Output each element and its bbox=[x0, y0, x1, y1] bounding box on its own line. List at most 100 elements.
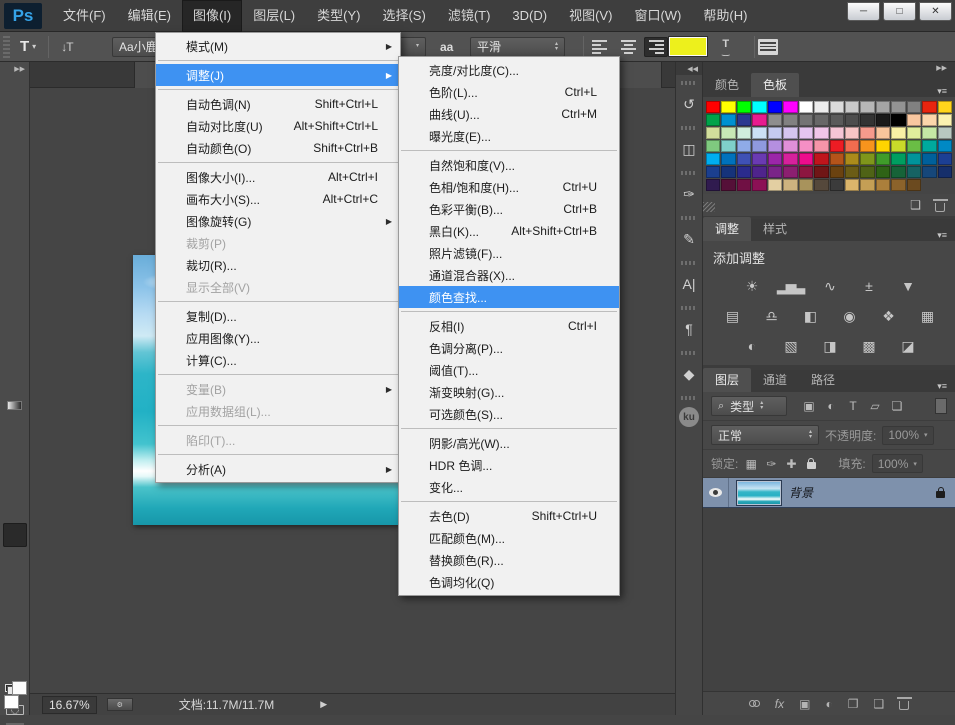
menu-item[interactable]: 可选颜色(S)... bbox=[399, 403, 619, 425]
opacity-select[interactable]: 100% ▾ bbox=[882, 426, 933, 445]
color-swatch[interactable] bbox=[799, 166, 813, 178]
color-swatch[interactable] bbox=[830, 127, 844, 139]
layer-visibility-toggle[interactable] bbox=[703, 478, 729, 507]
menu-item[interactable]: 图像旋转(G) ▶ bbox=[156, 210, 400, 232]
hue-saturation-icon[interactable]: ▤ bbox=[719, 305, 745, 327]
tab-swatches[interactable]: 色板 bbox=[751, 73, 799, 97]
color-swatch[interactable] bbox=[845, 153, 859, 165]
move-tool[interactable]: ↖ bbox=[3, 81, 27, 105]
menu-item[interactable]: 黑白(K)... Alt+Shift+Ctrl+B bbox=[399, 220, 619, 242]
tab-channels[interactable]: 通道 bbox=[751, 368, 799, 392]
delete-layer-button[interactable] bbox=[899, 701, 909, 710]
color-swatch[interactable] bbox=[938, 127, 952, 139]
new-group-button[interactable]: ❐ bbox=[848, 697, 859, 711]
menu-item[interactable]: 画布大小(S)... Alt+Ctrl+C bbox=[156, 188, 400, 210]
color-swatch[interactable] bbox=[876, 179, 890, 191]
align-left-button[interactable] bbox=[588, 37, 612, 57]
color-swatch[interactable] bbox=[737, 153, 751, 165]
minimize-button[interactable]: ─ bbox=[847, 2, 880, 21]
color-swatch[interactable] bbox=[814, 166, 828, 178]
layers-empty-area[interactable] bbox=[703, 508, 955, 691]
menu-item[interactable]: 曝光度(E)... bbox=[399, 125, 619, 147]
color-swatch[interactable] bbox=[830, 179, 844, 191]
color-swatch[interactable] bbox=[752, 114, 766, 126]
color-swatch[interactable] bbox=[752, 101, 766, 113]
color-swatch[interactable] bbox=[907, 114, 921, 126]
menu-item[interactable] bbox=[399, 308, 619, 315]
color-swatch[interactable] bbox=[783, 114, 797, 126]
color-swatch[interactable] bbox=[768, 127, 782, 139]
black-white-icon[interactable]: ◧ bbox=[797, 305, 823, 327]
new-layer-button[interactable]: ❑ bbox=[873, 697, 884, 711]
color-swatch[interactable] bbox=[860, 166, 874, 178]
panel-grip[interactable] bbox=[681, 396, 697, 400]
invert-icon[interactable]: ◐ bbox=[738, 335, 764, 357]
color-lookup-icon[interactable]: ▦ bbox=[914, 305, 940, 327]
menu-item[interactable] bbox=[399, 425, 619, 432]
color-swatch[interactable] bbox=[768, 114, 782, 126]
color-swatch[interactable] bbox=[814, 153, 828, 165]
color-swatch[interactable] bbox=[938, 114, 952, 126]
lock-all-icon[interactable] bbox=[804, 455, 818, 473]
panel-menu-icon[interactable]: ▾≡ bbox=[929, 82, 955, 97]
color-swatch[interactable] bbox=[752, 140, 766, 152]
brush-panel-icon[interactable]: ✑ bbox=[677, 182, 701, 206]
status-arrow-icon[interactable]: ▶ bbox=[320, 699, 327, 710]
color-swatch[interactable] bbox=[876, 166, 890, 178]
filter-type-icon[interactable]: T bbox=[843, 397, 863, 415]
menu-item[interactable]: 自动色调(N) Shift+Ctrl+L bbox=[156, 93, 400, 115]
menu-item[interactable]: 替换颜色(R)... bbox=[399, 549, 619, 571]
color-swatch[interactable] bbox=[768, 101, 782, 113]
color-swatch[interactable] bbox=[876, 153, 890, 165]
color-swatch[interactable] bbox=[783, 179, 797, 191]
menu-item[interactable] bbox=[156, 57, 400, 64]
panel-menu-icon[interactable]: ▾≡ bbox=[929, 226, 955, 241]
menu-item[interactable]: 分析(A) ▶ bbox=[156, 458, 400, 480]
color-swatch[interactable] bbox=[737, 101, 751, 113]
color-swatch[interactable] bbox=[783, 153, 797, 165]
menu-item[interactable]: 图像大小(I)... Alt+Ctrl+I bbox=[156, 166, 400, 188]
filter-pixel-icon[interactable]: ▣ bbox=[799, 397, 819, 415]
kuler-panel-icon[interactable]: ku bbox=[679, 407, 699, 427]
menu-item[interactable]: 计算(C)... bbox=[156, 349, 400, 371]
color-swatch[interactable] bbox=[830, 114, 844, 126]
color-swatch[interactable] bbox=[860, 179, 874, 191]
color-swatch[interactable] bbox=[768, 140, 782, 152]
menubar-item[interactable]: 滤镜(T) bbox=[437, 0, 502, 32]
color-swatch[interactable] bbox=[721, 140, 735, 152]
color-swatch[interactable] bbox=[891, 127, 905, 139]
color-swatch[interactable] bbox=[907, 166, 921, 178]
color-swatch[interactable] bbox=[922, 127, 936, 139]
blur-tool[interactable]: ◆ bbox=[3, 419, 27, 443]
color-swatch[interactable] bbox=[907, 153, 921, 165]
menu-item[interactable]: 颜色查找... bbox=[399, 286, 619, 308]
tool-item[interactable] bbox=[3, 471, 27, 495]
menu-item[interactable]: 自然饱和度(V)... bbox=[399, 154, 619, 176]
tab-styles[interactable]: 样式 bbox=[751, 217, 799, 241]
color-swatch[interactable] bbox=[830, 140, 844, 152]
close-button[interactable]: ✕ bbox=[919, 2, 952, 21]
color-swatch[interactable] bbox=[891, 101, 905, 113]
color-swatch[interactable] bbox=[799, 127, 813, 139]
history-brush-tool[interactable]: ↺ bbox=[3, 341, 27, 365]
color-swatch[interactable] bbox=[845, 166, 859, 178]
panel-grip[interactable] bbox=[681, 351, 697, 355]
exposure-icon[interactable]: ± bbox=[855, 275, 881, 297]
toggle-panels-button[interactable] bbox=[758, 39, 778, 55]
clone-stamp-tool[interactable]: ♟ bbox=[3, 315, 27, 339]
menu-item[interactable]: 色相/饱和度(H)... Ctrl+U bbox=[399, 176, 619, 198]
color-swatch[interactable] bbox=[860, 140, 874, 152]
magic-wand-tool[interactable]: ✱ bbox=[3, 159, 27, 183]
shape-tool[interactable]: ▭ bbox=[3, 575, 27, 599]
color-swatch[interactable] bbox=[783, 140, 797, 152]
panel-grip[interactable] bbox=[681, 306, 697, 310]
color-swatch[interactable] bbox=[752, 166, 766, 178]
3d-panel-icon[interactable]: ◆ bbox=[677, 362, 701, 386]
eyedropper-tool[interactable]: ✐ bbox=[3, 211, 27, 235]
color-swatch[interactable] bbox=[830, 153, 844, 165]
color-swatch[interactable] bbox=[845, 114, 859, 126]
brightness-contrast-icon[interactable]: ☀ bbox=[738, 275, 764, 297]
menu-item[interactable]: 显示全部(V) bbox=[156, 276, 400, 298]
tab-color[interactable]: 颜色 bbox=[703, 73, 751, 97]
menubar-item[interactable]: 窗口(W) bbox=[623, 0, 692, 32]
